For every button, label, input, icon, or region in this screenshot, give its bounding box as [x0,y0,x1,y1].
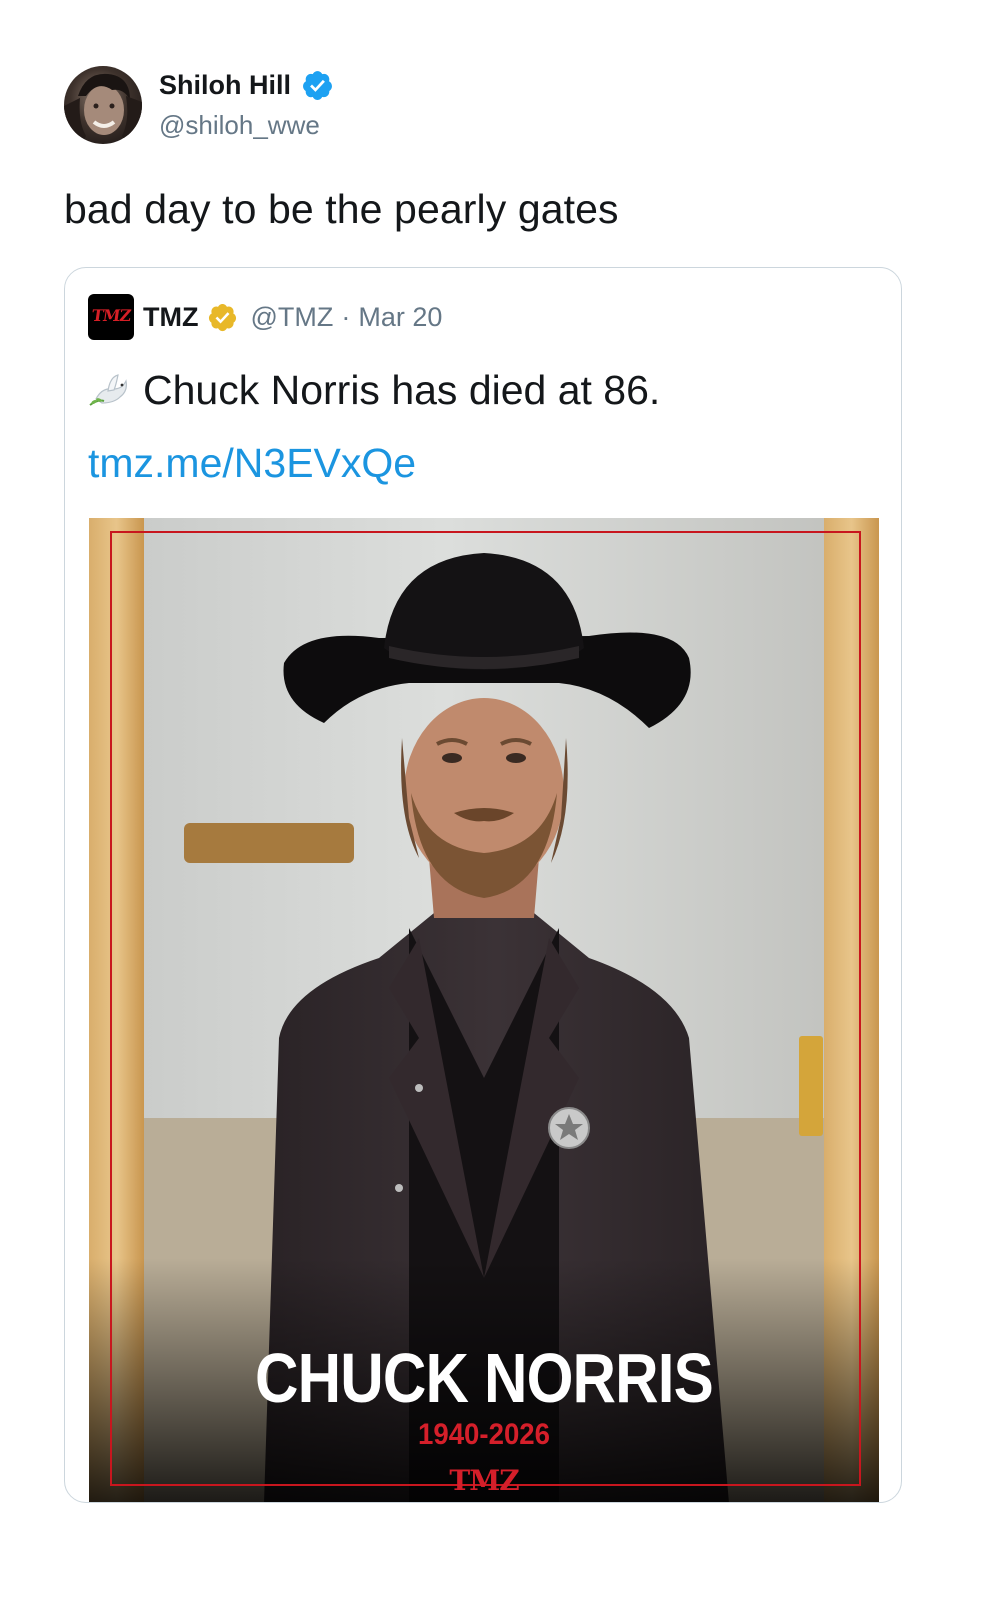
author-names: Shiloh Hill @shiloh_wwe [159,69,334,141]
author-handle[interactable]: @shiloh_wwe [159,110,334,141]
quoted-tweet-date[interactable]: Mar 20 [358,302,442,333]
quoted-tweet-body: Chuck Norris has died at 86. [88,367,660,414]
header-separator: · [341,301,351,332]
tweet-header: Shiloh Hill @shiloh_wwe [64,66,334,144]
verified-badge-icon [301,69,334,102]
quoted-avatar-logo: TMZ [90,306,132,325]
photo-years: 1940-2026 [418,1418,550,1451]
quoted-avatar[interactable]: TMZ [88,294,134,340]
author-name[interactable]: Shiloh Hill [159,70,291,101]
quoted-tweet-header: TMZ TMZ @TMZ · Mar 20 [88,294,442,340]
photo-title: CHUCK NORRIS [255,1339,714,1417]
author-row: Shiloh Hill [159,69,334,102]
quoted-tweet-link[interactable]: tmz.me/N3EVxQe [88,440,416,487]
dove-icon [88,369,132,413]
tweet-text: bad day to be the pearly gates [64,186,619,232]
photo-tmz-logo: TMZ [449,1464,519,1497]
gold-verified-badge-icon [207,302,238,333]
tweet-media-image[interactable]: CHUCK NORRIS 1940-2026 TMZ [89,518,879,1502]
quoted-author-handle[interactable]: @TMZ [250,302,333,333]
quoted-author-name[interactable]: TMZ [143,302,198,333]
quoted-tweet-card[interactable]: TMZ TMZ @TMZ · Mar 20 Chuck Norris has d… [64,267,902,1503]
quoted-tweet-text: Chuck Norris has died at 86. [143,367,661,413]
author-avatar[interactable] [64,66,142,144]
